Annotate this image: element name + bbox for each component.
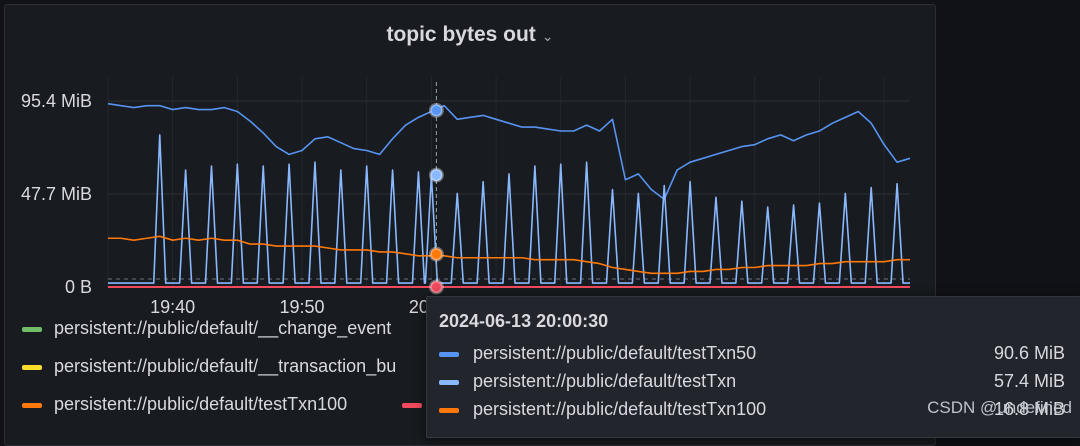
legend-label: persistent://public/default/testTxn100 <box>54 394 348 414</box>
tooltip-value: 57.4 MiB <box>993 371 1065 391</box>
hover-point <box>428 246 444 262</box>
tooltip-label: persistent://public/default/testTxn50 <box>473 343 757 363</box>
legend-item-transaction-buffer[interactable]: persistent://public/default/__transactio… <box>22 356 396 377</box>
tooltip-swatch <box>439 379 459 385</box>
tooltip-row: persistent://public/default/testTxn 57.4… <box>439 371 1075 395</box>
legend-swatch-green <box>22 326 42 332</box>
legend-label: persistent://public/default/__transactio… <box>54 356 397 376</box>
x-tick-label: 19:50 <box>280 297 325 317</box>
legend-swatch-orange <box>22 402 42 408</box>
tooltip-swatch <box>439 351 459 357</box>
tooltip-row: persistent://public/default/testTxn50 90… <box>439 343 1075 367</box>
tooltip-swatch <box>439 407 459 413</box>
legend-label: persistent://public/default/__change_eve… <box>54 318 392 338</box>
y-tick-label: 47.7 MiB <box>21 184 92 204</box>
watermark: CSDN @undefined <box>927 398 1072 417</box>
tooltip-value: 90.6 MiB <box>993 343 1065 363</box>
legend-swatch-yellow <box>22 364 42 370</box>
y-tick-label: 95.4 MiB <box>21 91 92 111</box>
hover-point <box>428 167 444 183</box>
legend-item-change-events[interactable]: persistent://public/default/__change_eve… <box>22 318 391 339</box>
tooltip-label: persistent://public/default/testTxn <box>473 371 737 391</box>
tooltip-time: 2024-06-13 20:00:30 <box>439 311 609 331</box>
hover-point <box>428 102 444 118</box>
series-line <box>108 134 910 284</box>
y-tick-label: 0 B <box>65 277 92 297</box>
hover-point <box>428 279 444 295</box>
legend-item-testTxn100[interactable]: persistent://public/default/testTxn100 <box>22 394 347 415</box>
tooltip-label: persistent://public/default/testTxn100 <box>473 399 767 419</box>
x-tick-label: 19:40 <box>150 297 195 317</box>
legend-swatch-red <box>402 402 422 408</box>
